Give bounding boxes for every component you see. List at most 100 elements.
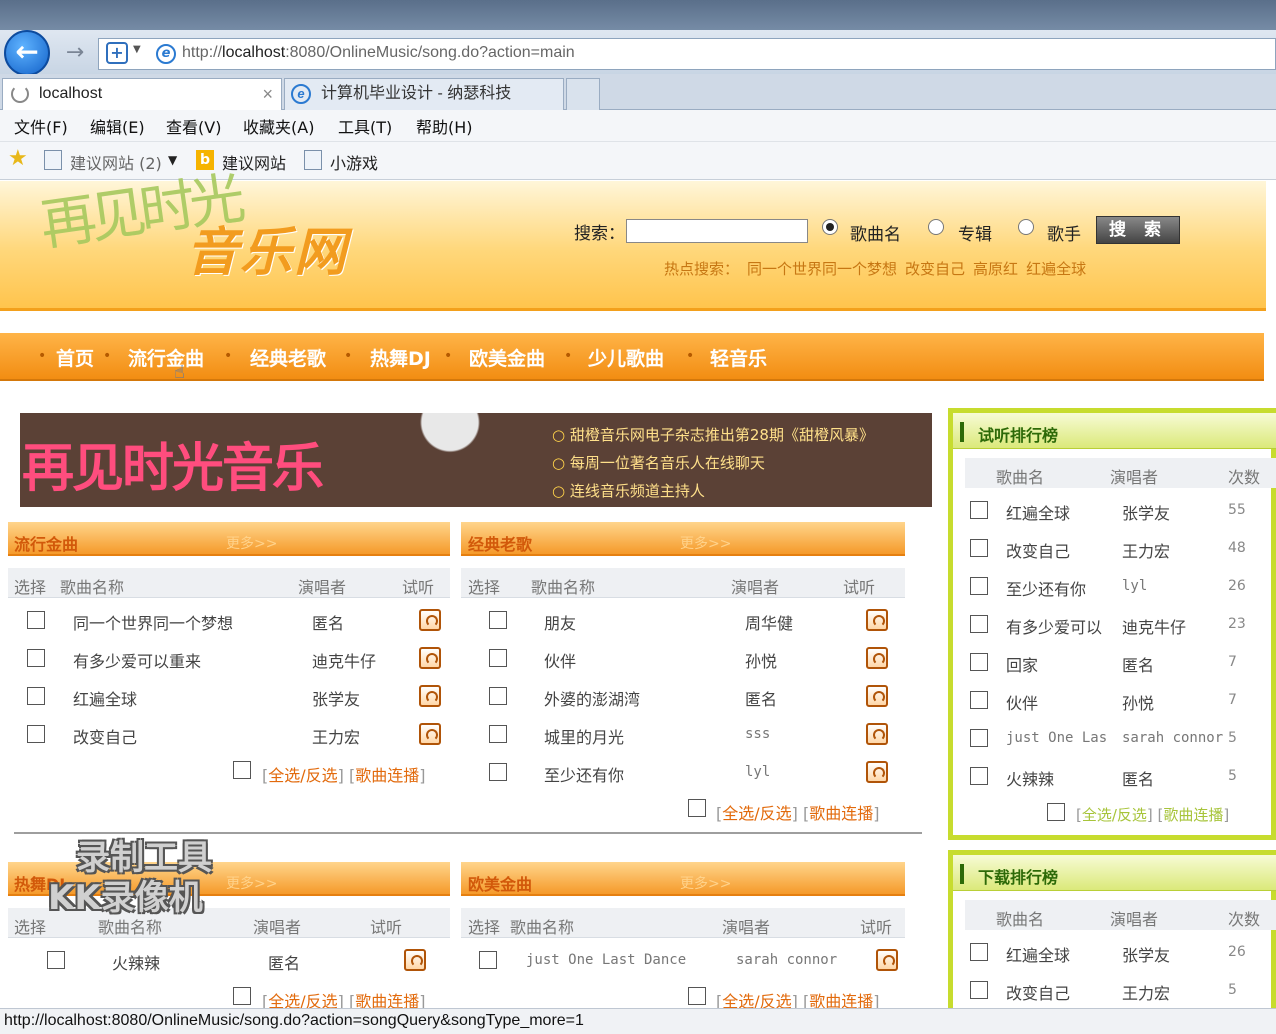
menu-favorites[interactable]: 收藏夹(A) xyxy=(243,114,314,138)
menu-help[interactable]: 帮助(H) xyxy=(416,114,473,138)
select-all-checkbox[interactable] xyxy=(233,987,251,1005)
star-icon[interactable]: ★ xyxy=(8,146,28,171)
song-name[interactable]: 红遍全球 xyxy=(1006,942,1070,966)
banner-link[interactable]: 甜橙音乐网电子杂志推出第28期《甜橙风暴》 xyxy=(552,424,874,445)
hot-term[interactable]: 红遍全球 xyxy=(1026,260,1086,278)
song-name[interactable]: 伙伴 xyxy=(1006,690,1114,714)
listen-icon[interactable] xyxy=(404,949,426,971)
listen-icon[interactable] xyxy=(866,647,888,669)
western-more-link[interactable]: 更多>> xyxy=(680,873,731,893)
classic-more-link[interactable]: 更多>> xyxy=(680,533,731,553)
nav-light-music[interactable]: 轻音乐 xyxy=(710,344,767,371)
fav-mini-games[interactable]: 小游戏 xyxy=(330,150,378,174)
song-checkbox[interactable] xyxy=(27,687,45,705)
listen-icon[interactable] xyxy=(876,949,898,971)
chevron-down-icon[interactable]: ▼ xyxy=(133,44,141,55)
song-name[interactable]: 改变自己 xyxy=(73,724,293,748)
song-name[interactable]: 改变自己 xyxy=(1006,538,1114,562)
hot-term[interactable]: 同一个世界同一个梦想 xyxy=(747,260,897,278)
new-tab-button[interactable] xyxy=(566,78,600,110)
song-checkbox[interactable] xyxy=(479,951,497,969)
listen-icon[interactable] xyxy=(419,647,441,669)
pop-more-link[interactable]: 更多>> xyxy=(226,533,277,553)
song-checkbox[interactable] xyxy=(970,653,988,671)
song-name[interactable]: 改变自己 xyxy=(1006,980,1070,1004)
song-checkbox[interactable] xyxy=(970,691,988,709)
dj-more-link[interactable]: 更多>> xyxy=(226,873,277,893)
radio-album[interactable] xyxy=(928,219,944,235)
select-all-link[interactable]: 全选/反选 xyxy=(722,804,791,823)
select-all-link[interactable]: 全选/反选 xyxy=(1082,806,1147,824)
banner-link[interactable]: 连线音乐频道主持人 xyxy=(552,480,705,501)
search-button[interactable]: 搜 索 xyxy=(1096,216,1180,244)
select-all-checkbox[interactable] xyxy=(688,799,706,817)
listen-icon[interactable] xyxy=(866,685,888,707)
radio-singer[interactable] xyxy=(1018,219,1034,235)
radio-song-name[interactable] xyxy=(822,219,838,235)
song-name[interactable]: just One Last Dance xyxy=(526,952,686,968)
back-button[interactable]: ← xyxy=(4,30,50,76)
continuous-play-link[interactable]: 歌曲连播 xyxy=(809,804,873,823)
select-all-checkbox[interactable] xyxy=(1047,803,1065,821)
song-name[interactable]: 红遍全球 xyxy=(1006,500,1114,524)
song-name[interactable]: 外婆的澎湖湾 xyxy=(544,686,640,710)
song-name[interactable]: 红遍全球 xyxy=(73,686,293,710)
song-name[interactable]: 同一个世界同一个梦想 xyxy=(73,610,293,634)
url-text[interactable]: http://localhost:8080/OnlineMusic/song.d… xyxy=(182,44,575,62)
continuous-play-link[interactable]: 歌曲连播 xyxy=(355,766,419,785)
hot-term[interactable]: 改变自己 xyxy=(905,260,965,278)
song-checkbox[interactable] xyxy=(27,611,45,629)
song-name[interactable]: 火辣辣 xyxy=(112,950,160,974)
tab-course-site[interactable]: e 计算机毕业设计 - 纳瑟科技 xyxy=(284,78,564,110)
song-name[interactable]: 朋友 xyxy=(544,610,576,634)
song-checkbox[interactable] xyxy=(970,943,988,961)
nav-classic[interactable]: 经典老歌 xyxy=(250,344,326,371)
song-name[interactable]: 有多少爱可以 xyxy=(1006,614,1114,638)
song-name[interactable]: 至少还有你 xyxy=(1006,576,1114,600)
chevron-down-icon[interactable]: ▼ xyxy=(168,153,177,167)
song-checkbox[interactable] xyxy=(27,649,45,667)
song-name[interactable]: 伙伴 xyxy=(544,648,576,672)
song-checkbox[interactable] xyxy=(970,539,988,557)
song-checkbox[interactable] xyxy=(970,729,988,747)
continuous-play-link[interactable]: 歌曲连播 xyxy=(1163,806,1223,824)
hot-term[interactable]: 高原红 xyxy=(973,260,1018,278)
menu-edit[interactable]: 编辑(E) xyxy=(90,114,145,138)
banner-link[interactable]: 每周一位著名音乐人在线聊天 xyxy=(552,452,765,473)
menu-tools[interactable]: 工具(T) xyxy=(338,114,392,138)
search-input[interactable] xyxy=(626,219,808,243)
menu-view[interactable]: 查看(V) xyxy=(166,114,221,138)
song-checkbox[interactable] xyxy=(489,763,507,781)
listen-icon[interactable] xyxy=(419,723,441,745)
song-checkbox[interactable] xyxy=(970,577,988,595)
select-all-link[interactable]: 全选/反选 xyxy=(268,766,337,785)
song-checkbox[interactable] xyxy=(47,951,65,969)
listen-icon[interactable] xyxy=(866,609,888,631)
nav-children[interactable]: 少儿歌曲 xyxy=(588,344,664,371)
song-checkbox[interactable] xyxy=(970,981,988,999)
song-name[interactable]: 城里的月光 xyxy=(544,724,624,748)
song-checkbox[interactable] xyxy=(970,767,988,785)
nav-pop[interactable]: 流行金曲 xyxy=(128,344,204,371)
fav-suggested-sites-dropdown[interactable]: 建议网站 (2) xyxy=(70,150,162,174)
song-checkbox[interactable] xyxy=(489,649,507,667)
select-all-checkbox[interactable] xyxy=(233,761,251,779)
song-name[interactable]: 至少还有你 xyxy=(544,762,624,786)
listen-icon[interactable] xyxy=(419,609,441,631)
nav-home[interactable]: 首页 xyxy=(56,344,94,371)
song-name[interactable]: 有多少爱可以重来 xyxy=(73,648,293,672)
close-icon[interactable]: × xyxy=(262,79,273,109)
listen-icon[interactable] xyxy=(866,723,888,745)
menu-file[interactable]: 文件(F) xyxy=(14,114,68,138)
select-all-checkbox[interactable] xyxy=(688,987,706,1005)
song-checkbox[interactable] xyxy=(970,501,988,519)
nav-western[interactable]: 欧美金曲 xyxy=(469,344,545,371)
song-checkbox[interactable] xyxy=(27,725,45,743)
song-checkbox[interactable] xyxy=(489,687,507,705)
nav-dj[interactable]: 热舞DJ xyxy=(370,344,431,371)
listen-icon[interactable] xyxy=(866,761,888,783)
song-name[interactable]: just One Las xyxy=(1006,730,1114,746)
song-checkbox[interactable] xyxy=(489,725,507,743)
compatibility-icon[interactable]: + xyxy=(106,42,128,64)
song-checkbox[interactable] xyxy=(489,611,507,629)
